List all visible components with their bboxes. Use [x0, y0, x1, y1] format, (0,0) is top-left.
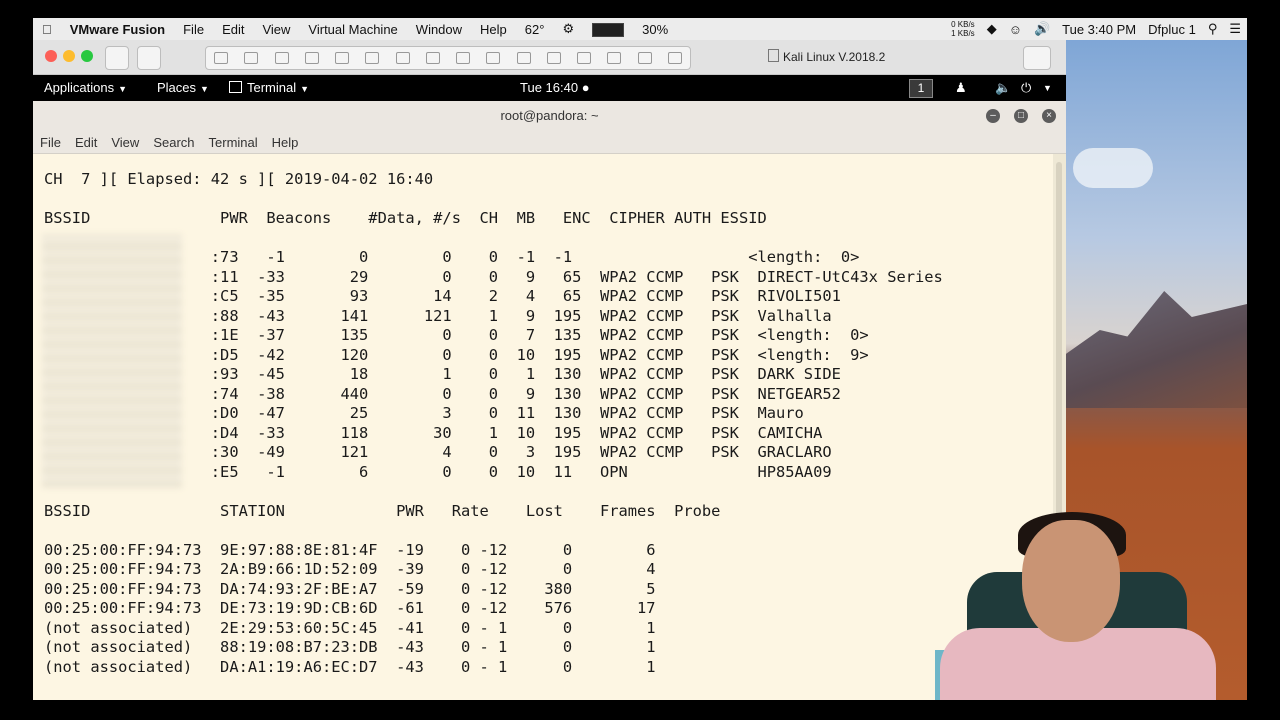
- vmware-window: Kali Linux V.2018.2 Applications ▼ Places…: [33, 40, 1066, 700]
- caret-down-icon[interactable]: ▼: [1043, 83, 1052, 93]
- terminal-line: (not associated) 2E:29:53:60:5C:45 -41 0…: [44, 618, 656, 637]
- vmware-titlebar: Kali Linux V.2018.2: [33, 40, 1066, 75]
- terminal-line: 00:25:00:FF:94:73 2A:B9:66:1D:52:09 -39 …: [44, 560, 656, 578]
- fullscreen-button[interactable]: [1023, 46, 1051, 70]
- usb-icon[interactable]: [516, 52, 531, 64]
- terminal-app-menu[interactable]: Terminal ▼: [229, 80, 309, 95]
- term-menu-help[interactable]: Help: [265, 135, 306, 150]
- terminal-icon: [229, 81, 242, 93]
- camera-icon[interactable]: [304, 52, 319, 64]
- phone-icon[interactable]: [486, 52, 501, 64]
- kali-icon: [768, 49, 779, 62]
- wifi-icon[interactable]: ☺: [1003, 22, 1028, 37]
- terminal-line: BSSID PWR Beacons #Data, #/s CH MB ENC C…: [44, 209, 767, 227]
- usb-icon[interactable]: [365, 52, 380, 64]
- usb-icon[interactable]: [395, 52, 410, 64]
- volume-icon[interactable]: 🔈: [995, 80, 1011, 96]
- zoom-window-button[interactable]: [81, 50, 93, 62]
- close-window-button[interactable]: [45, 50, 57, 62]
- terminal-titlebar: root@pandora: ~ – □ ×: [33, 101, 1066, 131]
- menubar-clock[interactable]: Tue 3:40 PM: [1056, 22, 1142, 37]
- network-speed: 0 KB/s 1 KB/s: [945, 20, 981, 38]
- pause-vm-button[interactable]: [105, 46, 129, 70]
- people-icon[interactable]: ♟: [955, 80, 967, 96]
- menu-help[interactable]: Help: [471, 22, 516, 37]
- places-label: Places: [157, 80, 197, 95]
- mac-menubar:  VMware Fusion File Edit View Virtual M…: [33, 18, 1247, 40]
- net-down: 1 KB/s: [951, 29, 975, 38]
- terminal-line: 00:25:00:FF:94:73 DE:73:19:9D:CB:6D -61 …: [44, 599, 656, 617]
- disk-icon[interactable]: [546, 52, 561, 64]
- battery-percent: 30%: [632, 21, 668, 37]
- vm-title-text: Kali Linux V.2018.2: [783, 50, 886, 64]
- disk-icon[interactable]: [425, 52, 440, 64]
- arrows-icon[interactable]: [244, 52, 259, 64]
- terminal-line: (not associated) DA:A1:19:A6:EC:D7 -43 0…: [44, 657, 656, 676]
- kali-top-panel: Applications ▼ Places ▼ Terminal ▼ Tue 16:4…: [33, 75, 1066, 101]
- terminal-line: (not associated) 88:19:08:B7:23:DB -43 0…: [44, 638, 656, 656]
- temperature-readout: 62°: [515, 21, 545, 37]
- term-menu-search[interactable]: Search: [146, 135, 201, 150]
- menu-file[interactable]: File: [174, 22, 213, 37]
- dropbox-icon[interactable]: ◆: [981, 21, 1003, 37]
- chevron-left-icon[interactable]: [667, 52, 682, 64]
- terminal-output[interactable]: CH 7 ][ Elapsed: 42 s ][ 2019-04-02 16:4…: [33, 154, 1053, 700]
- menu-window[interactable]: Window: [407, 22, 471, 37]
- menu-edit[interactable]: Edit: [213, 22, 253, 37]
- recording-dot-icon: ●: [581, 80, 590, 95]
- settings-wrench-icon[interactable]: [214, 52, 229, 64]
- webcam-presenter-face: [1022, 520, 1120, 642]
- panel-clock-text: Tue 16:40: [520, 80, 579, 95]
- menubar-user[interactable]: Dfpluc 1: [1142, 22, 1202, 37]
- app-menu[interactable]: VMware Fusion: [61, 22, 174, 37]
- terminal-line: 00:25:00:FF:94:73 9E:97:88:8E:81:4F -19 …: [44, 540, 656, 559]
- snapshot-button[interactable]: [137, 46, 161, 70]
- term-menu-file[interactable]: File: [33, 135, 68, 150]
- caret-down-icon: ▼: [118, 84, 128, 94]
- term-menu-terminal[interactable]: Terminal: [202, 135, 265, 150]
- minimize-window-button[interactable]: [63, 50, 75, 62]
- gear-icon[interactable]: ⚙: [553, 21, 583, 37]
- net-up: 0 KB/s: [951, 20, 975, 29]
- places-menu[interactable]: Places ▼: [157, 80, 209, 95]
- wallpaper-cloud: [1073, 148, 1153, 188]
- menu-virtual-machine[interactable]: Virtual Machine: [299, 22, 406, 37]
- applications-menu[interactable]: Applications ▼: [44, 80, 127, 95]
- sound-icon[interactable]: [335, 52, 350, 64]
- usb-icon[interactable]: [577, 52, 592, 64]
- spotlight-search-icon[interactable]: ⚲: [1202, 21, 1224, 37]
- volume-icon[interactable]: 🔊: [1028, 21, 1056, 37]
- caret-down-icon: ▼: [200, 84, 209, 94]
- mac-status-area: 0 KB/s 1 KB/s ◆ ☺ 🔊 Tue 3:40 PM Dfpluc 1…: [945, 18, 1247, 40]
- notification-center-icon[interactable]: ☰: [1223, 21, 1247, 37]
- redacted-bssid-column: [42, 234, 182, 488]
- minimize-icon[interactable]: –: [986, 109, 1000, 123]
- close-icon[interactable]: ×: [1042, 109, 1056, 123]
- panel-clock[interactable]: Tue 16:40 ●: [520, 80, 590, 95]
- vm-title: Kali Linux V.2018.2: [768, 49, 885, 64]
- terminal-line: BSSID STATION PWR Rate Lost Frames Probe: [44, 501, 721, 520]
- applications-label: Applications: [44, 80, 115, 95]
- terminal-line: 00:25:00:FF:94:73 DA:74:93:2F:BE:A7 -59 …: [44, 579, 656, 598]
- apple-menu-icon[interactable]: : [33, 22, 61, 37]
- menu-view[interactable]: View: [253, 22, 299, 37]
- power-icon[interactable]: ⏻: [1021, 80, 1031, 96]
- terminal-menubar: File Edit View Search Terminal Help: [33, 131, 1066, 154]
- battery-icon[interactable]: [583, 21, 633, 37]
- maximize-icon[interactable]: □: [1014, 109, 1028, 123]
- headset-icon[interactable]: [607, 52, 622, 64]
- term-menu-view[interactable]: View: [104, 135, 146, 150]
- terminal-title: root@pandora: ~: [500, 108, 599, 123]
- share-icon[interactable]: [637, 52, 652, 64]
- terminal-line: CH 7 ][ Elapsed: 42 s ][ 2019-04-02 16:4…: [44, 170, 434, 188]
- printer-icon[interactable]: [274, 52, 289, 64]
- terminal-label: Terminal: [247, 80, 297, 95]
- caret-down-icon: ▼: [300, 84, 310, 94]
- term-menu-edit[interactable]: Edit: [68, 135, 104, 150]
- workspace-indicator[interactable]: 1: [909, 79, 933, 98]
- phone-icon[interactable]: [456, 52, 471, 64]
- vm-device-toolbar: [205, 46, 691, 70]
